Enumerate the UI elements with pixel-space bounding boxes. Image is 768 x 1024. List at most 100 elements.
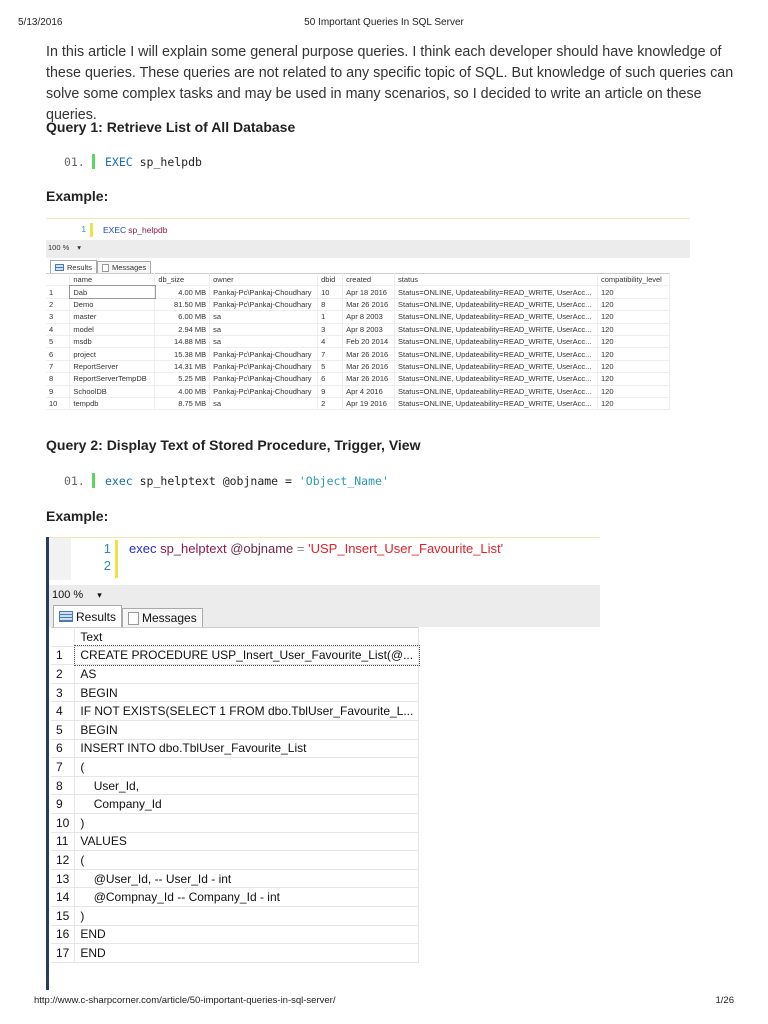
column-header[interactable]: dbid bbox=[317, 273, 344, 287]
table-cell: 120 bbox=[597, 347, 671, 361]
table-cell: SchoolDB bbox=[69, 385, 156, 398]
table-row[interactable]: 1 CREATE PROCEDURE USP_Insert_User_Favour… bbox=[51, 645, 420, 666]
table-cell: 7 bbox=[51, 757, 76, 777]
column-header[interactable]: compatibility_level bbox=[597, 273, 671, 287]
table-cell: 14.31 MB bbox=[154, 360, 211, 374]
table-cell: 4.00 MB bbox=[154, 385, 211, 398]
results-grid: name db_size owner dbid created status compati… bbox=[46, 273, 671, 411]
tab-messages[interactable]: Messages bbox=[97, 261, 152, 273]
table-cell: 8.75 MB bbox=[154, 397, 211, 411]
param: @objname bbox=[230, 541, 294, 556]
table-cell: 10 bbox=[51, 813, 76, 833]
table-cell: 120 bbox=[597, 372, 671, 386]
table-cell: 120 bbox=[597, 285, 671, 299]
header-row: name db_size owner dbid created status compati… bbox=[46, 273, 671, 287]
table-cell: Mar 26 2016 bbox=[342, 372, 396, 386]
table-cell: 6 bbox=[51, 739, 76, 759]
table-cell: 10 bbox=[317, 285, 344, 299]
table-row[interactable]: 2 Demo 81.50 MB Pankaj-Pc\Pankaj-Choudhary 8… bbox=[46, 298, 671, 312]
table-cell: Apr 18 2016 bbox=[342, 285, 396, 299]
table-cell: Company_Id bbox=[74, 794, 420, 814]
table-cell: 13 bbox=[51, 869, 76, 889]
table-cell: sa bbox=[209, 335, 319, 349]
table-cell: ) bbox=[74, 813, 420, 833]
table-row[interactable]: 15) bbox=[51, 906, 420, 926]
tab-results[interactable]: Results bbox=[53, 605, 123, 627]
page-number: 1/26 bbox=[715, 995, 735, 1006]
zoom-select[interactable]: 100 % bbox=[52, 589, 83, 601]
column-header[interactable]: owner bbox=[209, 273, 319, 287]
table-row[interactable]: 4 IF NOT EXISTS(SELECT 1 FROM dbo.TblUser… bbox=[51, 701, 420, 721]
messages-icon bbox=[102, 263, 110, 272]
table-cell: 9 bbox=[51, 794, 76, 814]
table-row[interactable]: 5 msdb 14.88 MB sa 4 Feb 20 2014 Status=ONLINE… bbox=[46, 335, 671, 349]
table-row[interactable]: 3 master 6.00 MB sa 1 Apr 8 2003 Status=ONLINE… bbox=[46, 310, 671, 324]
keyword: exec bbox=[129, 541, 157, 556]
table-row[interactable]: 7 ReportServer 14.31 MB Pankaj-Pc\Pankaj-Ch… bbox=[46, 360, 671, 374]
table-cell: sa bbox=[209, 310, 319, 324]
table-cell: Apr 19 2016 bbox=[342, 397, 396, 411]
table-cell: Status=ONLINE, Updateability=READ_WRITE,… bbox=[394, 285, 598, 299]
table-row[interactable]: 7( bbox=[51, 757, 420, 777]
table-cell: Pankaj-Pc\Pankaj-Choudhary bbox=[209, 298, 319, 312]
table-row[interactable]: 10) bbox=[51, 813, 420, 833]
table-row[interactable]: 6 INSERT INTO dbo.TblUser_Favourite_List bbox=[51, 739, 420, 759]
table-row[interactable]: 16 END bbox=[51, 925, 420, 945]
table-row[interactable]: 6 project 15.38 MB Pankaj-Pc\Pankaj-Choudha… bbox=[46, 347, 671, 361]
table-row[interactable]: 13 @User_Id, -- User_Id - int bbox=[51, 869, 420, 889]
table-cell: Status=ONLINE, Updateability=READ_WRITE,… bbox=[394, 385, 598, 398]
table-cell: sa bbox=[209, 397, 319, 411]
zoom-select[interactable]: 100 % bbox=[48, 243, 69, 252]
table-row[interactable]: 8 User_Id, bbox=[51, 776, 420, 796]
table-row[interactable]: 12( bbox=[51, 850, 420, 870]
table-row[interactable]: 4 model 2.94 MB sa 3 Apr 8 2003 Status=ONLINE,… bbox=[46, 323, 671, 336]
table-cell: 11 bbox=[51, 832, 76, 852]
table-row[interactable]: 11 VALUES bbox=[51, 832, 420, 852]
column-header[interactable]: db_size bbox=[154, 273, 211, 287]
table-cell: 7 bbox=[317, 347, 344, 361]
table-cell: 6 bbox=[46, 347, 71, 361]
table-cell: 8 bbox=[46, 372, 71, 386]
grid-icon bbox=[55, 263, 64, 271]
table-cell: Feb 20 2014 bbox=[342, 335, 396, 349]
table-row[interactable]: 9 Company_Id bbox=[51, 794, 420, 814]
table-row[interactable]: 8 ReportServerTempDB 5.25 MB Pankaj-Pc\Pank… bbox=[46, 372, 671, 386]
table-row[interactable]: 5 BEGIN bbox=[51, 720, 420, 740]
column-header[interactable]: created bbox=[342, 273, 396, 287]
table-cell: Status=ONLINE, Updateability=READ_WRITE,… bbox=[394, 323, 598, 336]
chevron-down-icon[interactable]: ▾ bbox=[77, 243, 81, 252]
string-literal: 'USP_Insert_User_Favourite_List' bbox=[308, 541, 504, 556]
table-row[interactable]: 2 AS bbox=[51, 664, 420, 684]
table-row[interactable]: 9 SchoolDB 4.00 MB Pankaj-Pc\Pankaj-Choudha… bbox=[46, 385, 671, 398]
line-number: 1 bbox=[81, 225, 86, 234]
table-cell: 14 bbox=[51, 887, 76, 907]
column-header[interactable]: name bbox=[69, 273, 156, 287]
table-cell: 8 bbox=[51, 776, 76, 796]
table-row[interactable]: 10 tempdb 8.75 MB sa 2 Apr 19 2016 Status=ONLI… bbox=[46, 397, 671, 411]
example2-label: Example: bbox=[46, 508, 109, 524]
table-cell: 2 bbox=[317, 397, 344, 411]
table-cell: VALUES bbox=[74, 832, 420, 852]
tab-messages[interactable]: Messages bbox=[122, 608, 203, 627]
table-row[interactable]: 3 BEGIN bbox=[51, 683, 420, 703]
column-header[interactable] bbox=[46, 273, 71, 287]
table-cell: 6.00 MB bbox=[154, 310, 211, 324]
table-row[interactable]: 17 END bbox=[51, 943, 420, 963]
table-cell: 4.00 MB bbox=[154, 285, 211, 299]
table-cell: Status=ONLINE, Updateability=READ_WRITE,… bbox=[394, 360, 598, 374]
table-cell: model bbox=[69, 323, 156, 336]
table-row[interactable]: 1 Dab 4.00 MB Pankaj-Pc\Pankaj-Choudhary 10 A… bbox=[46, 284, 671, 300]
tab-results[interactable]: Results bbox=[50, 260, 98, 273]
query-editor: 1 EXEC sp_helpdb bbox=[46, 218, 690, 240]
code-text: sp_helptext @objname = bbox=[132, 473, 299, 488]
table-cell: 5 bbox=[51, 720, 76, 740]
table-cell: Mar 26 2016 bbox=[342, 360, 396, 374]
column-header[interactable]: status bbox=[394, 273, 598, 287]
table-cell: Demo bbox=[69, 298, 156, 312]
table-cell: 5 bbox=[46, 335, 71, 349]
tab-label: Results bbox=[67, 262, 93, 272]
table-cell: 81.50 MB bbox=[154, 298, 211, 312]
chevron-down-icon[interactable]: ▾ bbox=[97, 590, 102, 601]
code-text: sp_helpdb bbox=[132, 154, 202, 169]
table-row[interactable]: 14 @Compnay_Id -- Company_Id - int bbox=[51, 887, 420, 907]
